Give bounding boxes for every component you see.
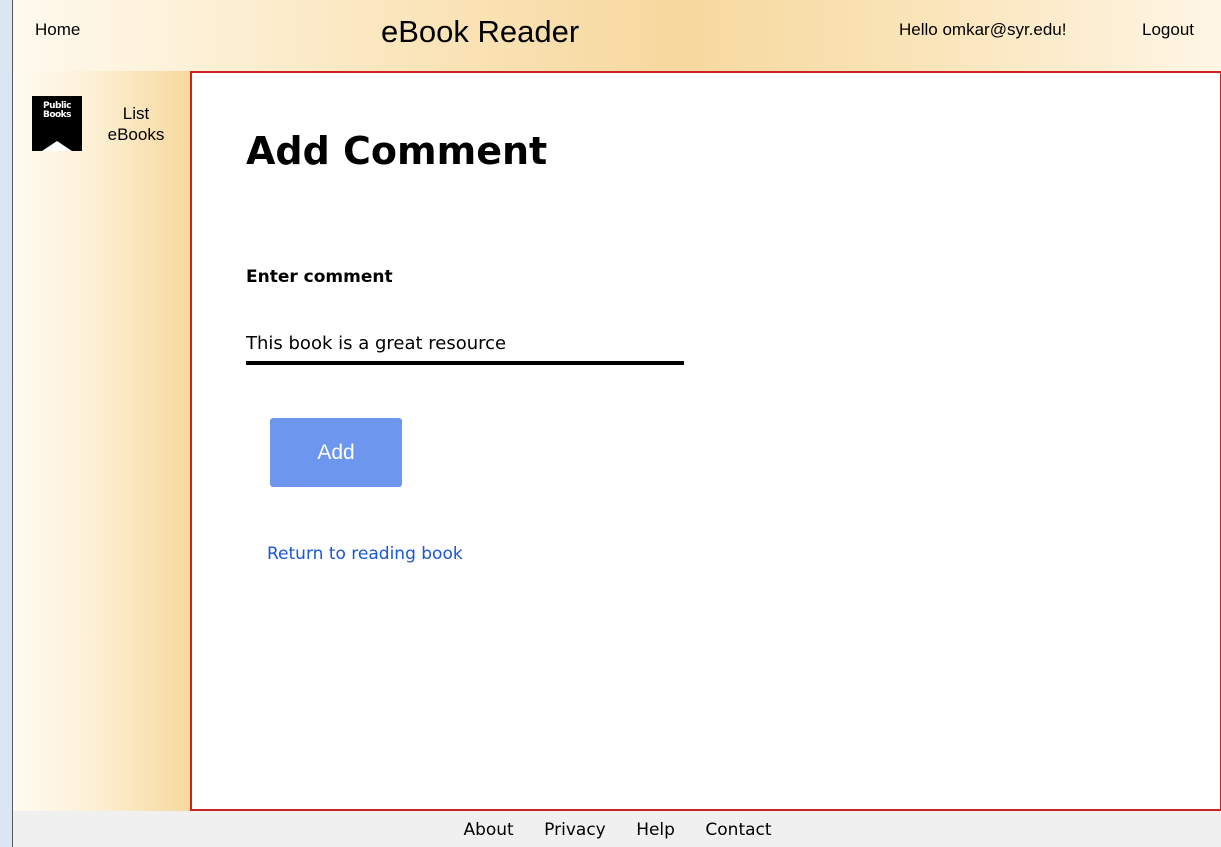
app-window: Home eBook Reader Hello omkar@syr.edu! L… [12,0,1221,847]
user-greeting: Hello omkar@syr.edu! [899,20,1067,39]
footer-links: About Privacy Help Contact [13,820,1221,840]
footer-link-privacy[interactable]: Privacy [544,820,606,840]
footer-link-about[interactable]: About [463,820,513,840]
add-button[interactable]: Add [270,418,402,487]
app-title: eBook Reader [381,14,580,49]
header: Home eBook Reader Hello omkar@syr.edu! L… [13,0,1221,71]
public-books-logo[interactable]: Public Books [32,96,82,151]
comment-input[interactable] [246,325,684,365]
list-ebooks-link[interactable]: List eBooks [95,103,177,145]
main-content: Add Comment Enter comment Add Return to … [190,71,1221,811]
comment-label: Enter comment [246,267,393,287]
logout-link[interactable]: Logout [1142,20,1194,40]
page-title: Add Comment [246,129,548,173]
logo-text: Public Books [42,101,72,120]
footer-link-contact[interactable]: Contact [705,820,771,840]
return-to-reading-link[interactable]: Return to reading book [267,544,463,564]
footer: About Privacy Help Contact [13,811,1221,847]
bookmark-notch-icon [42,141,72,151]
sidebar: Public Books List eBooks [13,71,190,811]
footer-link-help[interactable]: Help [636,820,675,840]
home-link[interactable]: Home [35,20,80,40]
